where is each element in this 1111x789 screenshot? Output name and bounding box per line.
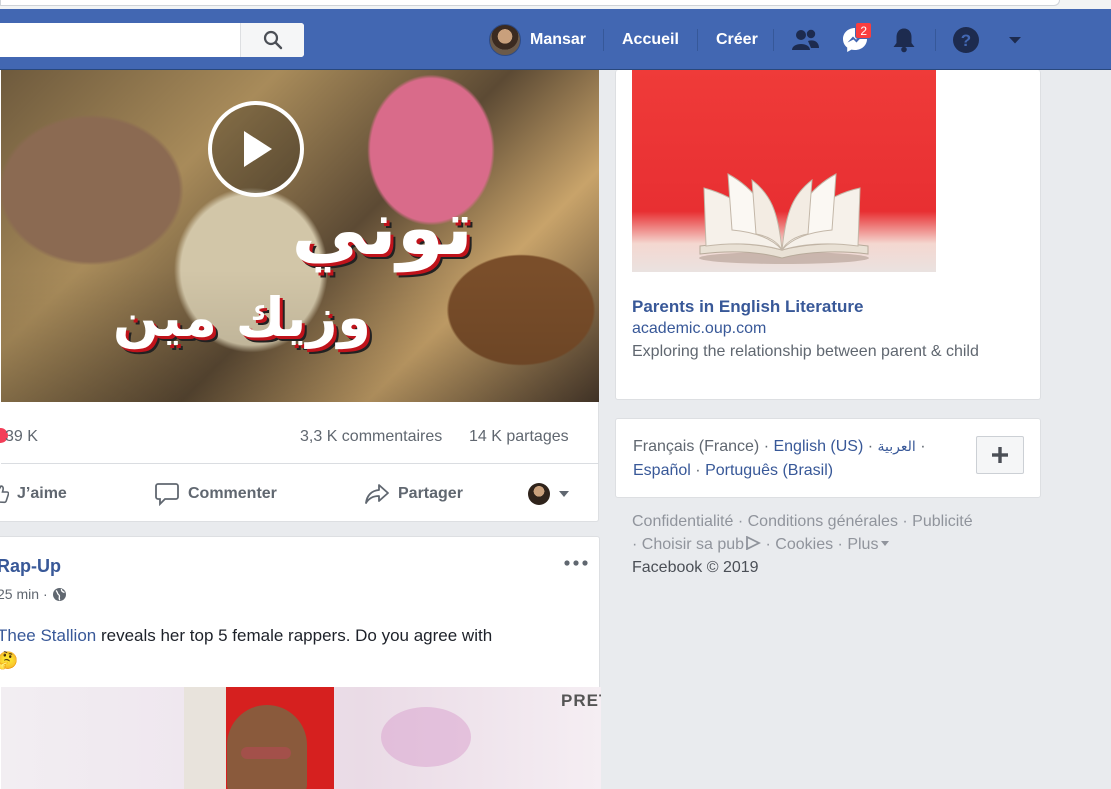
language-spanish[interactable]: Español — [633, 462, 691, 479]
account-menu-button[interactable] — [998, 23, 1032, 57]
footer-links: Confidentialité · Conditions générales ·… — [632, 513, 973, 576]
ad-choices-icon — [746, 535, 762, 551]
post-author[interactable]: Rap-Up — [0, 556, 61, 577]
comment-icon — [155, 482, 179, 506]
video-thumbnail[interactable]: توني وزيك مين — [1, 70, 599, 402]
create-label: Créer — [716, 30, 758, 48]
language-portuguese[interactable]: Português (Brasil) — [705, 462, 833, 479]
like-button[interactable]: J’aime — [0, 466, 67, 521]
facebook-page: Mansar Accueil Créer 2 ? توني وزيك مين 3… — [0, 0, 1111, 789]
messenger-badge: 2 — [855, 22, 872, 39]
search-icon — [263, 30, 282, 50]
footer-terms-link[interactable]: Conditions générales — [748, 513, 898, 530]
share-icon — [365, 483, 389, 504]
language-selector: Français (France) · English (US) · العرب… — [615, 418, 1041, 498]
footer-cookies-link[interactable]: Cookies — [775, 536, 833, 553]
search-input[interactable] — [0, 23, 240, 57]
photo-lips — [241, 747, 291, 759]
home-label: Accueil — [622, 30, 679, 48]
friend-requests-button[interactable] — [788, 23, 822, 57]
search-box — [0, 23, 304, 57]
ad-description: Exploring the relationship between paren… — [632, 343, 979, 360]
svg-text:?: ? — [961, 31, 971, 50]
rapup-post-card: Rap-Up 25 min · Thee Stallion reveals he… — [0, 536, 601, 789]
help-button[interactable]: ? — [949, 23, 983, 57]
sponsored-ad-card: Parents in English Literature academic.o… — [615, 70, 1041, 400]
thinking-emoji: 🤔 — [0, 651, 19, 670]
ad-image[interactable] — [632, 70, 936, 272]
ad-domain[interactable]: academic.oup.com — [632, 320, 766, 338]
open-book-illustration — [699, 173, 869, 264]
footer-more-link[interactable]: Plus — [847, 536, 878, 553]
share-as-selector[interactable] — [528, 466, 570, 521]
comment-button[interactable]: Commenter — [154, 466, 277, 521]
post-stats: 39 K 3,3 K commentaires 14 K partages — [0, 409, 599, 464]
friends-icon — [792, 29, 819, 50]
ad-title[interactable]: Parents in English Literature — [632, 297, 863, 317]
bell-icon — [893, 28, 915, 53]
play-icon — [244, 131, 272, 167]
more-icon — [564, 560, 588, 566]
reactions-count[interactable]: 39 K — [5, 428, 38, 446]
shares-count[interactable]: 14 K partages — [469, 428, 569, 446]
thumbs-up-icon — [0, 484, 9, 503]
post-text: Thee Stallion reveals her top 5 female r… — [0, 623, 587, 673]
messenger-button[interactable]: 2 — [838, 22, 872, 57]
home-link[interactable]: Accueil — [622, 9, 679, 70]
post-meta: 25 min · — [0, 586, 67, 602]
help-icon: ? — [953, 27, 979, 53]
language-arabic[interactable]: العربية — [878, 439, 916, 455]
caret-down-icon — [1009, 37, 1021, 44]
plus-icon — [992, 447, 1008, 463]
globe-icon — [52, 587, 66, 601]
language-list: Français (France) · English (US) · العرب… — [633, 438, 926, 479]
mention-link[interactable]: Thee Stallion — [0, 626, 96, 645]
caret-down-icon — [881, 541, 890, 546]
backdrop-logo — [381, 707, 471, 767]
caret-down-icon — [559, 490, 569, 497]
post-time[interactable]: 25 min — [0, 586, 39, 602]
video-title-line1: توني — [291, 183, 473, 272]
footer-privacy-link[interactable]: Confidentialité — [632, 513, 733, 530]
create-link[interactable]: Créer — [716, 9, 758, 70]
language-current: Français (France) — [633, 438, 760, 455]
search-button[interactable] — [240, 23, 304, 57]
footer-copyright: Facebook © 2019 — [632, 559, 759, 576]
post-image[interactable]: PRETT — [1, 687, 601, 789]
post-header: Rap-Up 25 min · Thee Stallion reveals he… — [0, 537, 601, 687]
top-navigation-bar: Mansar Accueil Créer 2 ? — [0, 9, 1111, 70]
video-post-card: توني وزيك مين 39 K 3,3 K commentaires 14… — [0, 70, 599, 522]
profile-link[interactable]: Mansar — [489, 9, 586, 70]
notifications-button[interactable] — [887, 23, 921, 57]
avatar — [489, 23, 521, 56]
like-label: J’aime — [17, 484, 67, 502]
more-languages-button[interactable] — [976, 436, 1024, 474]
post-actions: J’aime Commenter Partager — [0, 466, 599, 521]
browser-chrome — [0, 0, 1111, 9]
profile-name: Mansar — [530, 30, 587, 48]
footer-advertising-link[interactable]: Publicité — [912, 513, 972, 530]
post-options-button[interactable] — [561, 553, 591, 573]
comments-count[interactable]: 3,3 K commentaires — [300, 428, 442, 446]
share-label: Partager — [398, 484, 463, 502]
play-button[interactable] — [208, 101, 304, 197]
language-english[interactable]: English (US) — [773, 438, 863, 455]
backdrop-text: PRETT — [561, 691, 601, 710]
video-title-line2: وزيك مين — [112, 286, 371, 349]
comment-label: Commenter — [188, 484, 277, 502]
post-text-body: reveals her top 5 female rappers. Do you… — [96, 626, 493, 645]
avatar — [528, 482, 550, 505]
footer-ad-choices-link[interactable]: Choisir sa pub — [642, 536, 744, 553]
share-button[interactable]: Partager — [364, 466, 463, 521]
